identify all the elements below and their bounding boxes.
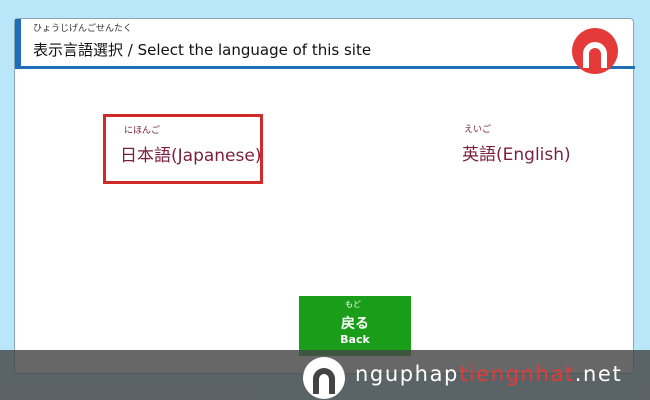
- japanese-label: 日本語(Japanese): [120, 146, 262, 166]
- back-ruby: もど: [345, 300, 361, 309]
- watermark-bar: nguphaptiengnhat.net: [0, 350, 650, 400]
- language-button-english[interactable]: えいご 英語(English): [458, 120, 578, 180]
- language-button-japanese[interactable]: にほんご 日本語(Japanese): [103, 114, 263, 184]
- watermark-text-part2: tiengnhat: [459, 362, 575, 386]
- header-bar: ひょうじげんごせんたく 表示言語選択 / Select the language…: [15, 19, 635, 69]
- english-label: 英語(English): [462, 145, 571, 165]
- title-ruby: ひょうじげんごせんたく: [33, 24, 133, 34]
- english-ruby: えいご: [464, 125, 492, 135]
- watermark-logo-icon: [303, 357, 345, 399]
- japanese-ruby: にほんご: [124, 126, 161, 136]
- back-button[interactable]: もど 戻る Back: [299, 296, 411, 356]
- page-title: 表示言語選択 / Select the language of this sit…: [33, 41, 372, 59]
- watermark-text: nguphaptiengnhat.net: [355, 362, 622, 386]
- watermark-text-part3: .net: [574, 362, 623, 386]
- watermark-text-part1: nguphap: [355, 362, 459, 386]
- back-label-jp: 戻る: [341, 316, 369, 332]
- site-logo-icon: [572, 28, 618, 74]
- back-label-en: Back: [340, 333, 370, 346]
